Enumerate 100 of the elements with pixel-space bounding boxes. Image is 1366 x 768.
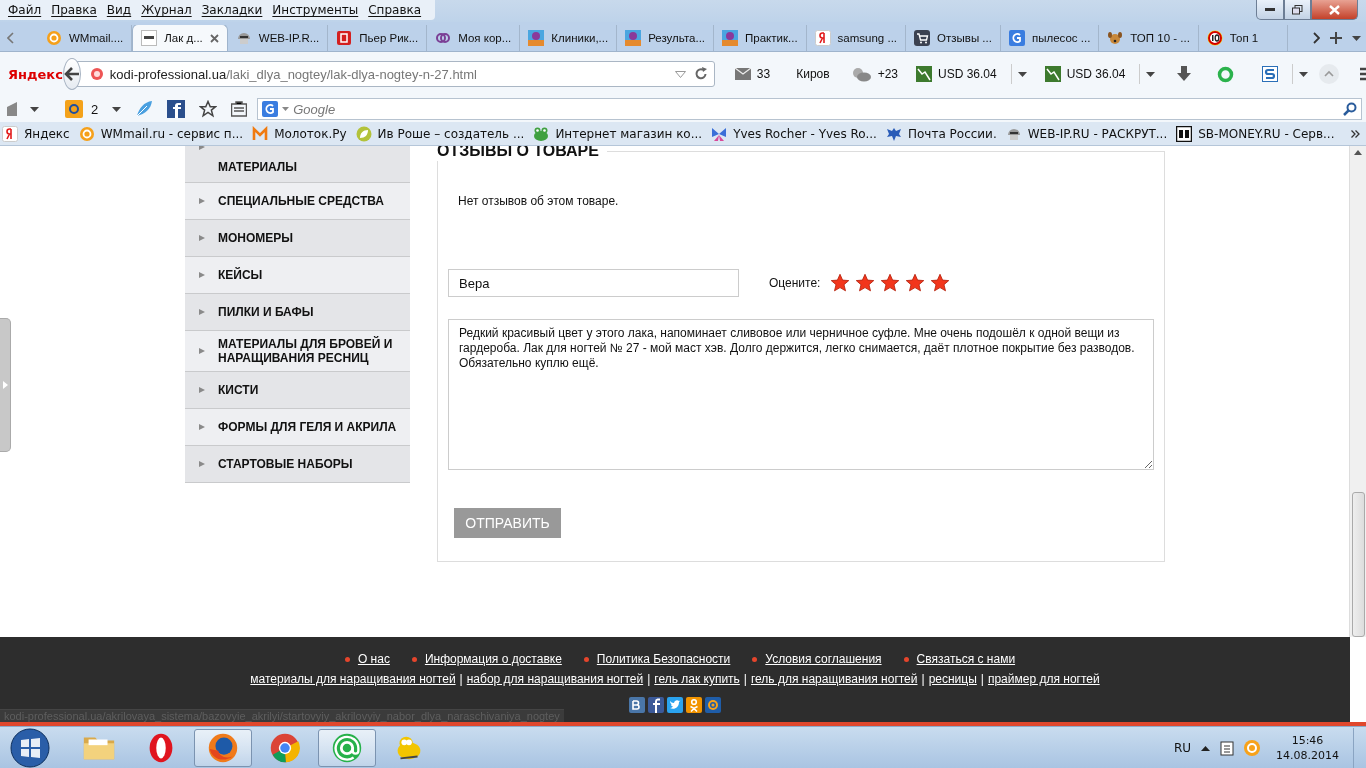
star-icon[interactable]: [930, 273, 951, 293]
start-button[interactable]: [10, 727, 50, 768]
footer-link[interactable]: материалы для наращивания ногтей: [250, 672, 456, 686]
social-icon[interactable]: [648, 697, 664, 713]
mail-icon[interactable]: [734, 68, 751, 80]
star-icon[interactable]: [905, 273, 926, 293]
footer-link[interactable]: ресницы: [928, 672, 977, 686]
footer-link[interactable]: набор для наращивания ногтей: [466, 672, 644, 686]
star-icon[interactable]: [855, 273, 876, 293]
chart-icon[interactable]: [1044, 66, 1061, 82]
footer-link[interactable]: Информация о доставке: [424, 652, 562, 666]
browser-tab[interactable]: Пьер Рик...: [328, 25, 428, 51]
back-button[interactable]: [62, 58, 81, 90]
review-field[interactable]: Редкий красивый цвет у этого лака, напоминает сливовое или черничное суфле. Мне очень подошёл к одной вещи из гардероба. Лак для ногтей № 27 - мой маст хэв. Долго держится, легко снимается, даёт плотное покрытие без разводов. Обязательно куплю ещё.: [448, 319, 1154, 470]
browser-tab[interactable]: samsung ...: [806, 25, 907, 51]
browser-tab[interactable]: Клиники,...: [520, 25, 618, 51]
more-icon[interactable]: [1351, 129, 1360, 138]
menu-item[interactable]: Справка: [366, 3, 424, 17]
at-sign-icon[interactable]: [65, 100, 83, 118]
browser-tab[interactable]: WEB-IP.R...: [227, 25, 329, 51]
footer-link[interactable]: Политика Безопасности: [596, 652, 731, 666]
clipboard-icon[interactable]: [1220, 739, 1234, 756]
category-item[interactable]: ФОРМЫ ДЛЯ ГЕЛЯ И АКРИЛА: [185, 409, 410, 446]
bookmark[interactable]: Ив Роше – создатель ...: [355, 125, 525, 142]
browser-tab[interactable]: WMmail....: [38, 25, 133, 51]
clock[interactable]: 15:46 14.08.2014: [1276, 732, 1339, 763]
mail-badge[interactable]: 2: [91, 101, 99, 117]
category-item[interactable]: СТАРТОВЫЕ НАБОРЫ: [185, 446, 410, 483]
scrollbar-thumb[interactable]: [1352, 492, 1365, 637]
search-engine-icon[interactable]: [262, 101, 279, 117]
dropdown-icon[interactable]: [1299, 71, 1309, 77]
social-icon[interactable]: [629, 697, 645, 713]
search-icon[interactable]: [1343, 102, 1357, 116]
dropdown-icon[interactable]: [112, 106, 122, 112]
bookmark[interactable]: Почта России.: [885, 125, 997, 142]
temperature-label[interactable]: +23: [877, 67, 898, 81]
new-tab-icon[interactable]: [1330, 32, 1342, 44]
footer-link[interactable]: гель для наращивания ногтей: [750, 672, 918, 686]
category-item[interactable]: МАТЕРИАЛЫ ДЛЯ БРОВЕЙ И НАРАЩИВАНИЯ РЕСНИЦ: [185, 331, 410, 372]
download-icon[interactable]: [1177, 66, 1192, 82]
browser-tab[interactable]: Результа...: [617, 25, 715, 51]
browser-tab[interactable]: пылесос ...: [1000, 25, 1100, 51]
dropdown-icon[interactable]: [1146, 71, 1156, 77]
bird-icon[interactable]: [667, 697, 683, 713]
social-icon[interactable]: [167, 100, 186, 118]
category-item[interactable]: КИСТИ: [185, 372, 410, 409]
category-item[interactable]: СПЕЦИАЛЬНЫЕ СРЕДСТВА: [185, 183, 410, 220]
footer-link[interactable]: О нас: [357, 652, 390, 666]
taskbar-app[interactable]: [194, 728, 252, 767]
chart-icon[interactable]: [916, 66, 932, 82]
language-indicator[interactable]: RU: [1173, 740, 1191, 755]
currency-rate[interactable]: USD 36.04: [1066, 67, 1126, 81]
menu-item[interactable]: Файл: [6, 3, 44, 17]
bookmark[interactable]: SB-MONEY.RU - Серв...: [1176, 125, 1335, 142]
footer-link[interactable]: Условия соглашения: [765, 652, 882, 666]
browser-tab[interactable]: ТОП 10 - ...: [1099, 25, 1199, 51]
search-box[interactable]: Google: [257, 98, 1362, 120]
dropdown-icon[interactable]: [1017, 71, 1027, 77]
category-item[interactable]: МОНОМЕРЫ: [185, 220, 410, 257]
footer-link[interactable]: праймер для ногтей: [987, 672, 1100, 686]
category-item[interactable]: ПИЛКИ И БАФЫ: [185, 294, 410, 331]
mail-count[interactable]: 33: [756, 67, 771, 81]
category-item[interactable]: МАТЕРИАЛЫ: [185, 146, 410, 183]
logo-icon[interactable]: [1262, 66, 1279, 82]
close-button[interactable]: [1311, 0, 1358, 20]
ring-icon[interactable]: [1217, 65, 1235, 83]
browser-tab[interactable]: Практик...: [714, 25, 807, 51]
clipboard-icon[interactable]: [231, 101, 248, 117]
tray-arrow-icon[interactable]: [1201, 744, 1210, 751]
name-field[interactable]: Вера: [448, 269, 739, 297]
star-icon[interactable]: [199, 100, 218, 118]
sidebar-handle[interactable]: [0, 318, 11, 452]
menu-item[interactable]: Правка: [49, 3, 99, 17]
scroll-up-icon[interactable]: [1354, 150, 1362, 155]
bookmark[interactable]: Интернет магазин ко...: [533, 125, 703, 142]
footer-link[interactable]: Связаться с нами: [916, 652, 1016, 666]
bookmark[interactable]: WMmail.ru - сервис п...: [78, 125, 244, 142]
close-icon[interactable]: [209, 33, 219, 43]
search-field[interactable]: Google: [293, 101, 1339, 117]
bookmark[interactable]: WEB-IP.RU - РАСКРУТ...: [1005, 125, 1168, 142]
dropdown-icon[interactable]: [30, 106, 39, 112]
scroll-right-icon[interactable]: [1312, 32, 1320, 44]
bookmark[interactable]: Яндекс: [2, 125, 70, 142]
browser-tab[interactable]: Моя кор...: [427, 25, 521, 51]
city-label[interactable]: Киров: [796, 67, 830, 81]
menu-item[interactable]: Закладки: [199, 3, 265, 17]
menu-item[interactable]: Вид: [104, 3, 134, 17]
feather-icon[interactable]: [135, 100, 154, 118]
dropdown-icon[interactable]: [1351, 35, 1361, 41]
minimize-button[interactable]: [1256, 0, 1284, 20]
menu-item[interactable]: Инструменты: [270, 3, 361, 17]
footer-link[interactable]: гель лак купить: [654, 672, 740, 686]
reload-icon[interactable]: [693, 67, 708, 81]
bookmark[interactable]: Yves Rocher - Yves Ro...: [711, 125, 877, 142]
browser-tab[interactable]: Лак д...: [132, 25, 228, 51]
at-sign-icon[interactable]: [705, 697, 721, 713]
browser-tab[interactable]: Отзывы ...: [906, 25, 1001, 51]
star-icon[interactable]: [830, 273, 851, 293]
currency-rate[interactable]: USD 36.04: [938, 67, 997, 81]
star-icon[interactable]: [880, 273, 901, 293]
